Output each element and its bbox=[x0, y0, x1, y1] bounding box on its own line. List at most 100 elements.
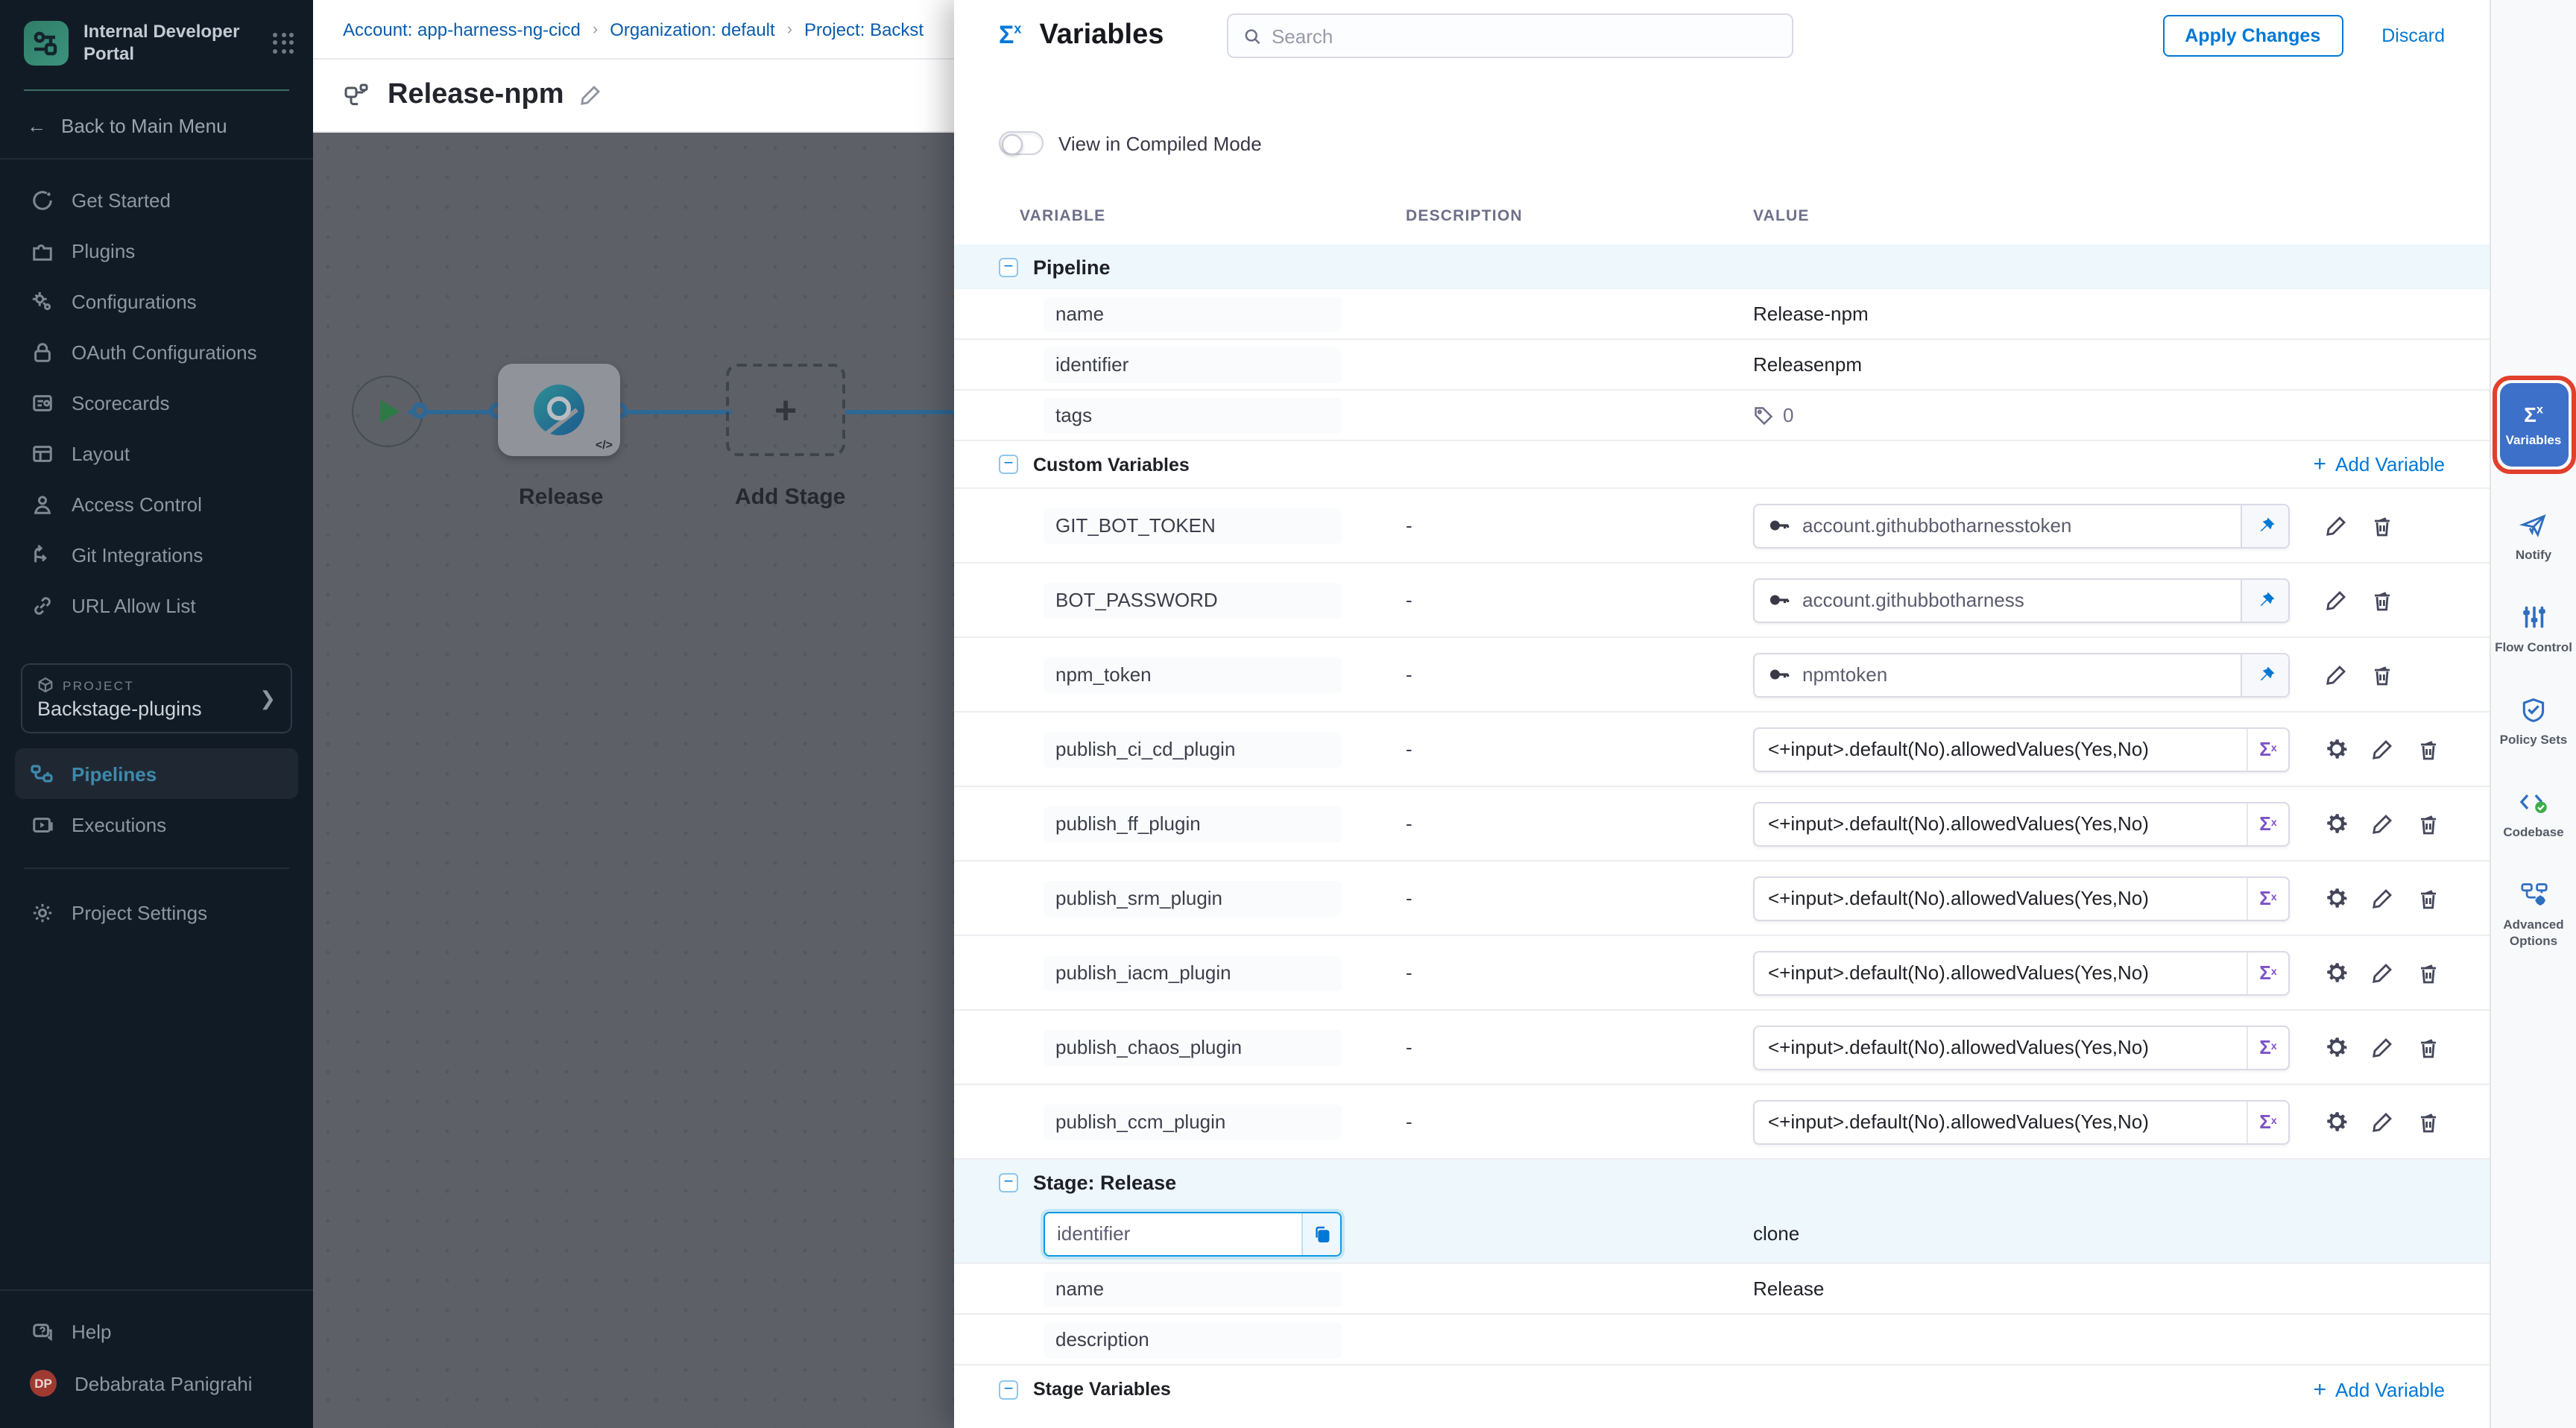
discard-button[interactable]: Discard bbox=[2381, 25, 2445, 46]
expression-type-button[interactable]: Σx bbox=[2247, 952, 2288, 993]
layout-icon bbox=[30, 441, 54, 465]
table-row: publish_ccm_plugin - <+input>.default(No… bbox=[954, 1085, 2490, 1160]
rail-tab-variables[interactable]: Σx Variables bbox=[2499, 383, 2568, 467]
variable-settings-icon[interactable] bbox=[2323, 736, 2349, 762]
module-grid-icon[interactable] bbox=[273, 32, 295, 54]
secret-field[interactable]: npmtoken bbox=[1753, 652, 2290, 697]
expression-input[interactable]: <+input>.default(No).allowedValues(Yes,N… bbox=[1753, 1025, 2290, 1070]
delete-variable-icon[interactable] bbox=[2369, 587, 2396, 613]
edit-variable-icon[interactable] bbox=[2369, 736, 2396, 762]
rail-tab-policy-sets[interactable]: Policy Sets bbox=[2500, 695, 2568, 748]
variable-settings-icon[interactable] bbox=[2323, 885, 2349, 912]
variable-value: Releasenpm bbox=[1753, 353, 1862, 375]
code-glyph: </> bbox=[596, 438, 613, 452]
delete-variable-icon[interactable] bbox=[2415, 1034, 2442, 1061]
compiled-mode-toggle[interactable] bbox=[999, 131, 1044, 155]
apply-changes-button[interactable]: Apply Changes bbox=[2162, 15, 2343, 57]
edit-variable-icon[interactable] bbox=[2323, 587, 2349, 613]
edit-variable-icon[interactable] bbox=[2369, 959, 2396, 986]
collapse-icon[interactable]: − bbox=[999, 257, 1018, 277]
pin-button[interactable] bbox=[2241, 654, 2288, 695]
expression-input[interactable]: <+input>.default(No).allowedValues(Yes,N… bbox=[1753, 876, 2290, 920]
add-variable-button[interactable]: +Add Variable bbox=[2314, 1377, 2446, 1402]
add-variable-button[interactable]: +Add Variable bbox=[2314, 452, 2446, 477]
expression-type-button[interactable]: Σx bbox=[2247, 1101, 2288, 1143]
sidebar-item-plugins[interactable]: Plugins bbox=[0, 225, 313, 276]
rail-tab-advanced-options[interactable]: Advanced Options bbox=[2491, 879, 2576, 950]
user-menu[interactable]: DP Debabrata Panigrahi bbox=[0, 1356, 313, 1410]
variable-name: publish_ci_cd_plugin bbox=[1044, 731, 1342, 767]
expression-type-button[interactable]: Σx bbox=[2247, 1026, 2288, 1068]
collapse-icon[interactable]: − bbox=[999, 455, 1018, 474]
pin-icon bbox=[2255, 590, 2276, 610]
edit-pencil-icon[interactable] bbox=[579, 83, 603, 107]
delete-variable-icon[interactable] bbox=[2369, 661, 2396, 688]
search-box bbox=[1226, 13, 1793, 58]
stage-identifier-input[interactable]: identifier bbox=[1044, 1211, 1342, 1256]
help-button[interactable]: Help bbox=[0, 1306, 313, 1356]
add-stage-label: Add Stage bbox=[735, 484, 845, 510]
sidebar-item-oauth-configurations[interactable]: OAuth Configurations bbox=[0, 326, 313, 377]
delete-variable-icon[interactable] bbox=[2415, 1108, 2442, 1135]
collapse-icon[interactable]: − bbox=[999, 1172, 1018, 1192]
variable-value: Release bbox=[1753, 1277, 1824, 1299]
sidebar-item-access-control[interactable]: Access Control bbox=[0, 478, 313, 529]
sigma-variables-icon: Σx bbox=[2524, 402, 2543, 426]
expression-input[interactable]: <+input>.default(No).allowedValues(Yes,N… bbox=[1753, 727, 2290, 771]
sidebar-item-executions[interactable]: Executions bbox=[0, 799, 313, 850]
play-icon bbox=[380, 399, 400, 423]
edit-variable-icon[interactable] bbox=[2369, 810, 2396, 837]
expression-input[interactable]: <+input>.default(No).allowedValues(Yes,N… bbox=[1753, 950, 2290, 995]
variable-name: publish_chaos_plugin bbox=[1044, 1029, 1342, 1065]
sidebar-item-project-settings[interactable]: Project Settings bbox=[0, 887, 313, 938]
sidebar-item-get-started[interactable]: Get Started bbox=[0, 174, 313, 225]
variable-settings-icon[interactable] bbox=[2323, 959, 2349, 986]
edit-variable-icon[interactable] bbox=[2369, 1034, 2396, 1061]
delete-variable-icon[interactable] bbox=[2415, 810, 2442, 837]
edit-variable-icon[interactable] bbox=[2369, 1108, 2396, 1135]
edit-variable-icon[interactable] bbox=[2369, 885, 2396, 912]
sidebar-item-git-integrations[interactable]: Git Integrations bbox=[0, 529, 313, 580]
key-icon bbox=[1768, 589, 1790, 611]
secret-field[interactable]: account.githubbotharness bbox=[1753, 578, 2290, 622]
delete-variable-icon[interactable] bbox=[2415, 736, 2442, 762]
sidebar-item-pipelines[interactable]: Pipelines bbox=[15, 748, 298, 799]
sidebar-item-configurations[interactable]: Configurations bbox=[0, 276, 313, 326]
expression-input[interactable]: <+input>.default(No).allowedValues(Yes,N… bbox=[1753, 801, 2290, 846]
idp-logo-icon[interactable] bbox=[24, 21, 69, 66]
breadcrumb-project[interactable]: Project: Backst bbox=[804, 19, 924, 40]
edge-port bbox=[411, 402, 428, 419]
stage-node-release[interactable]: </> bbox=[498, 364, 620, 456]
breadcrumb-account[interactable]: Account: app-harness-ng-cicd bbox=[343, 19, 581, 40]
add-stage-button[interactable]: + bbox=[726, 364, 845, 456]
variable-settings-icon[interactable] bbox=[2323, 1034, 2349, 1061]
variable-settings-icon[interactable] bbox=[2323, 1108, 2349, 1135]
stage-type-icon bbox=[534, 385, 584, 435]
sidebar-item-layout[interactable]: Layout bbox=[0, 428, 313, 478]
delete-variable-icon[interactable] bbox=[2369, 512, 2396, 539]
collapse-icon[interactable]: − bbox=[999, 1380, 1018, 1399]
search-input[interactable] bbox=[1272, 25, 1776, 47]
pin-button[interactable] bbox=[2241, 579, 2288, 621]
sidebar-item-url-allow-list[interactable]: URL Allow List bbox=[0, 580, 313, 631]
expression-type-button[interactable]: Σx bbox=[2247, 728, 2288, 770]
project-selector[interactable]: PROJECT Backstage-plugins ❯ bbox=[21, 663, 292, 733]
delete-variable-icon[interactable] bbox=[2415, 885, 2442, 912]
breadcrumb-org[interactable]: Organization: default bbox=[610, 19, 775, 40]
rail-tab-codebase[interactable]: Codebase bbox=[2503, 787, 2563, 841]
pin-button[interactable] bbox=[2241, 505, 2288, 546]
copy-button[interactable] bbox=[1301, 1213, 1340, 1254]
rail-tab-notify[interactable]: Notify bbox=[2516, 510, 2551, 563]
sidebar-item-scorecards[interactable]: Scorecards bbox=[0, 377, 313, 428]
back-to-main-menu[interactable]: ← Back to Main Menu bbox=[0, 91, 313, 159]
expression-input[interactable]: <+input>.default(No).allowedValues(Yes,N… bbox=[1753, 1099, 2290, 1144]
rail-tab-flow-control[interactable]: Flow Control bbox=[2495, 602, 2572, 656]
variable-settings-icon[interactable] bbox=[2323, 810, 2349, 837]
sidebar-app-title: Internal Developer Portal bbox=[83, 21, 273, 66]
secret-field[interactable]: account.githubbotharnesstoken bbox=[1753, 503, 2290, 548]
expression-type-button[interactable]: Σx bbox=[2247, 877, 2288, 919]
edit-variable-icon[interactable] bbox=[2323, 512, 2349, 539]
edit-variable-icon[interactable] bbox=[2323, 661, 2349, 688]
delete-variable-icon[interactable] bbox=[2415, 959, 2442, 986]
expression-type-button[interactable]: Σx bbox=[2247, 803, 2288, 844]
